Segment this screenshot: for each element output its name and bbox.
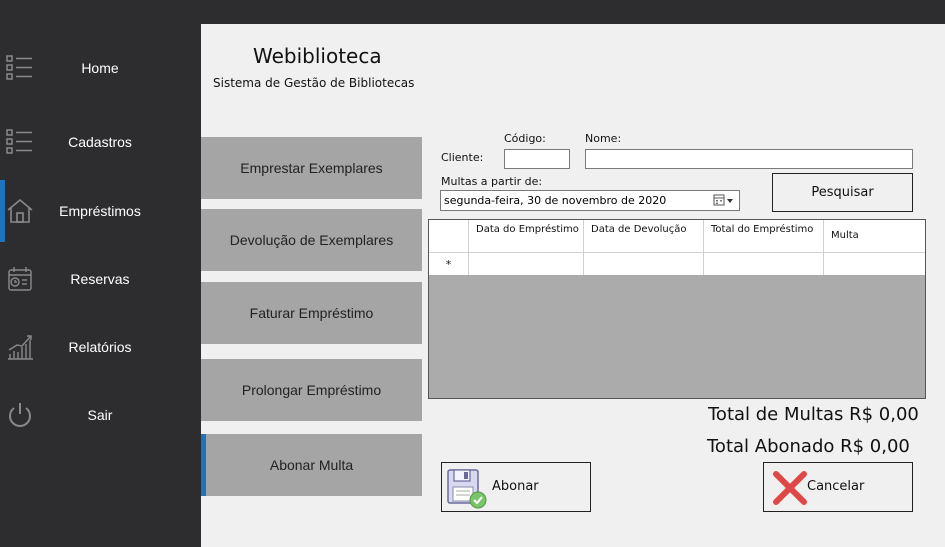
row-header-corner xyxy=(429,220,469,253)
date-value: segunda-feira, 30 de novembro de 2020 xyxy=(444,194,667,207)
close-icon xyxy=(773,471,807,505)
waive-button[interactable]: Abonar xyxy=(441,462,591,512)
sidebar-item-relatorios[interactable]: Relatórios xyxy=(0,316,201,378)
list-icon xyxy=(6,129,32,154)
main-content: Webiblioteca Sistema de Gestão de Biblio… xyxy=(201,24,945,547)
list-icon xyxy=(6,55,32,80)
search-button[interactable]: Pesquisar xyxy=(772,173,913,212)
active-indicator xyxy=(201,434,206,496)
save-check-icon xyxy=(447,469,487,509)
column-header-loan-total[interactable]: Total do Empréstimo xyxy=(704,220,824,253)
app-title: Webiblioteca xyxy=(253,44,382,68)
fines-from-label: Multas a partir de: xyxy=(441,175,543,188)
calendar-dropdown-icon xyxy=(713,194,733,206)
sidebar-item-label: Relatórios xyxy=(68,339,132,355)
date-picker[interactable]: segunda-feira, 30 de novembro de 2020 xyxy=(440,190,740,211)
chart-icon xyxy=(8,335,33,360)
grid-header: Data do Empréstimo Data de Devolução Tot… xyxy=(429,220,925,253)
new-row-marker: * xyxy=(429,253,469,275)
cancel-button[interactable]: Cancelar xyxy=(763,462,913,512)
cell-return-date[interactable] xyxy=(584,253,704,275)
title-bar xyxy=(0,0,945,24)
submenu-faturar-emprestimo[interactable]: Faturar Empréstimo xyxy=(201,282,422,344)
table-row[interactable]: * xyxy=(429,253,925,275)
waive-button-label: Abonar xyxy=(492,479,539,494)
submenu-emprestar-exemplares[interactable]: Emprestar Exemplares xyxy=(201,137,422,199)
total-waived: Total Abonado R$ 0,00 xyxy=(707,436,910,457)
power-icon xyxy=(9,403,31,427)
submenu-label: Abonar Multa xyxy=(269,457,354,473)
sidebar-item-label: Empréstimos xyxy=(59,203,141,219)
client-label: Cliente: xyxy=(441,151,484,164)
app-subtitle: Sistema de Gestão de Bibliotecas xyxy=(213,76,415,90)
sidebar-item-label: Cadastros xyxy=(68,134,132,150)
sidebar-item-home[interactable]: Home xyxy=(0,37,201,99)
cell-fine[interactable] xyxy=(824,253,925,275)
submenu-abonar-multa[interactable]: Abonar Multa xyxy=(201,434,422,496)
sidebar-item-label: Reservas xyxy=(70,271,130,287)
sidebar-item-label: Home xyxy=(81,60,119,76)
column-header-fine[interactable]: Multa xyxy=(824,220,925,253)
sidebar-item-emprestimos[interactable]: Empréstimos xyxy=(0,180,201,242)
column-header-loan-date[interactable]: Data do Empréstimo xyxy=(469,220,584,253)
column-header-return-date[interactable]: Data de Devolução xyxy=(584,220,704,253)
sidebar-item-reservas[interactable]: Reservas xyxy=(0,248,201,310)
submenu-prolongar-emprestimo[interactable]: Prolongar Empréstimo xyxy=(201,359,422,421)
name-input[interactable] xyxy=(585,149,913,169)
submenu-devolucao-exemplares[interactable]: Devolução de Exemplares xyxy=(201,209,422,271)
loans-grid[interactable]: Data do Empréstimo Data de Devolução Tot… xyxy=(428,219,926,399)
house-icon xyxy=(7,198,33,223)
cancel-button-label: Cancelar xyxy=(807,479,865,494)
sidebar-item-cadastros[interactable]: Cadastros xyxy=(0,111,201,173)
name-label: Nome: xyxy=(585,132,622,145)
sidebar-item-sair[interactable]: Sair xyxy=(0,384,201,446)
cell-loan-total[interactable] xyxy=(704,253,824,275)
total-fines: Total de Multas R$ 0,00 xyxy=(708,404,919,425)
code-label: Código: xyxy=(504,132,546,145)
calendar-icon xyxy=(8,267,32,291)
cell-loan-date[interactable] xyxy=(469,253,584,275)
sidebar: Home Cadastros Empréstimos Reservas Rela… xyxy=(0,24,201,547)
code-input[interactable] xyxy=(504,149,570,169)
sidebar-item-label: Sair xyxy=(87,407,113,423)
